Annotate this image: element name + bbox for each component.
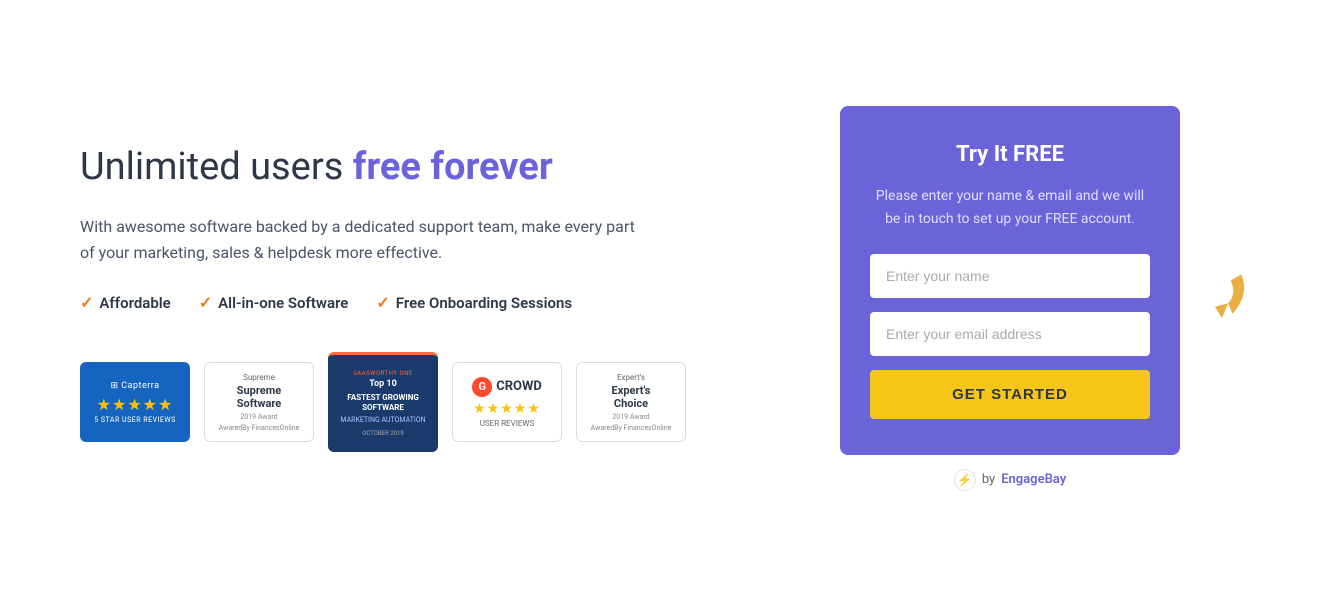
badge-experts: Expert's Expert'sChoice 2019 Award Aware… [576,362,686,442]
experts-main: Expert'sChoice [612,384,651,410]
saasworthy-date: OCTOBER 2019 [362,430,403,437]
saasworthy-category: FASTEST GROWING SOFTWARE [338,393,428,412]
form-card-title: Try It FREE [870,142,1150,167]
supreme-sub: 2019 Award [240,413,277,421]
left-section: Unlimited users free forever With awesom… [80,145,780,453]
email-input[interactable] [870,312,1150,356]
heading-prefix: Unlimited users [80,145,353,189]
arrow-decoration [1180,269,1250,323]
powered-by: ⚡ by EngageBay [954,469,1066,491]
powered-by-prefix: by [982,472,995,487]
feature-label-allinone: All-in-one Software [218,294,348,312]
badge-capterra: ⊞ Capterra ★★★★★ 5 STAR USER REVIEWS [80,362,190,442]
main-heading: Unlimited users free forever [80,145,780,191]
capterra-title: ⊞ Capterra [110,381,159,391]
feature-allinone: ✓ All-in-one Software [199,293,349,312]
get-started-button[interactable]: GET STARTED [870,370,1150,419]
supreme-sub2: AwaredBy FinancesOnline [219,424,300,432]
badge-supreme: Supreme SupremeSoftware 2019 Award Aware… [204,362,314,442]
saasworthy-top: SaasWorthy ONE [353,370,413,377]
check-icon-affordable: ✓ [80,293,93,312]
arrow-svg [1180,269,1250,319]
badge-saasworthy: SaasWorthy ONE Top 10 FASTEST GROWING SO… [328,352,438,452]
experts-sub2: AwaredBy FinancesOnline [591,424,672,432]
feature-label-onboarding: Free Onboarding Sessions [396,294,572,312]
page-container: Unlimited users free forever With awesom… [0,0,1330,597]
feature-affordable: ✓ Affordable [80,293,171,312]
check-icon-allinone: ✓ [199,293,212,312]
supreme-top: Supreme [243,373,275,382]
feature-label-affordable: Affordable [99,294,170,312]
check-icon-onboarding: ✓ [376,293,389,312]
engagebay-link[interactable]: EngageBay [1001,472,1066,487]
experts-sub: 2019 Award [612,413,649,421]
description-text: With awesome software backed by a dedica… [80,214,640,265]
right-section: Try It FREE Please enter your name & ema… [840,106,1180,491]
experts-top: Expert's [617,373,645,382]
form-card-description: Please enter your name & email and we wi… [870,185,1150,230]
crowd-header: G CROWD [472,377,542,397]
lightning-icon: ⚡ [954,469,976,491]
g-logo: G [472,377,492,397]
badge-gcrowd: G CROWD ★★★★★ USER REVIEWS [452,362,562,442]
badges-row: ⊞ Capterra ★★★★★ 5 STAR USER REVIEWS Sup… [80,352,780,452]
heading-highlight: free forever [353,145,553,189]
supreme-main: SupremeSoftware [237,384,281,410]
saasworthy-sub: MARKETING AUTOMATION [340,416,425,424]
features-list: ✓ Affordable ✓ All-in-one Software ✓ Fre… [80,293,780,312]
capterra-sub: 5 STAR USER REVIEWS [94,416,176,424]
name-input[interactable] [870,254,1150,298]
crowd-stars: ★★★★★ [473,401,541,417]
form-card: Try It FREE Please enter your name & ema… [840,106,1180,455]
saasworthy-rank: Top 10 [369,379,397,389]
crowd-sub: USER REVIEWS [480,419,535,428]
capterra-stars: ★★★★★ [97,395,174,414]
feature-onboarding: ✓ Free Onboarding Sessions [376,293,572,312]
crowd-text: CROWD [496,379,542,394]
